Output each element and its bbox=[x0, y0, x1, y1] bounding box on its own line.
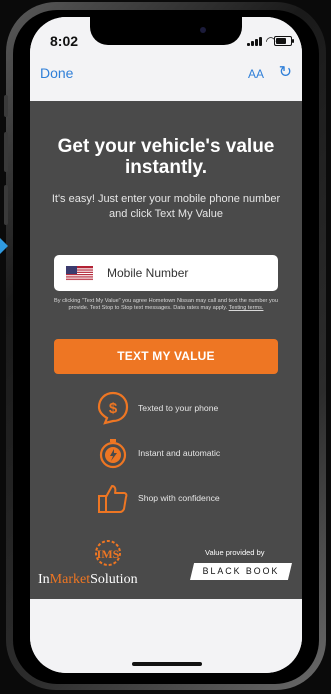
headline-line2: instantly. bbox=[125, 157, 207, 178]
logo-initials: IMS bbox=[97, 547, 120, 561]
us-flag-icon[interactable] bbox=[66, 266, 93, 281]
browser-toolbar: Done AA ↻ bbox=[30, 61, 302, 101]
feature-item: Instant and automatic bbox=[96, 436, 220, 470]
logo-highlight: Market bbox=[49, 572, 91, 587]
volume-down-button bbox=[4, 132, 8, 172]
screen: 8:02 ◠ Done AA ↻ Get your vehicle's valu… bbox=[30, 17, 302, 673]
home-indicator[interactable] bbox=[132, 662, 202, 666]
logo-prefix: In bbox=[38, 572, 50, 587]
status-bar: 8:02 ◠ bbox=[30, 17, 302, 61]
status-time: 8:02 bbox=[50, 33, 79, 49]
stopwatch-icon bbox=[99, 439, 127, 469]
signal-icon bbox=[247, 37, 262, 46]
text-my-value-button[interactable]: TEXT MY VALUE bbox=[54, 339, 278, 374]
feature-label: Texted to your phone bbox=[138, 403, 219, 413]
svg-text:$: $ bbox=[109, 400, 118, 417]
camera-icon bbox=[200, 27, 206, 33]
feature-item: $ Texted to your phone bbox=[96, 391, 218, 425]
text-size-button[interactable]: AA bbox=[248, 67, 264, 81]
side-button bbox=[4, 185, 8, 225]
logo-suffix: Solution bbox=[90, 572, 138, 587]
headline-line1: Get your vehicle's value bbox=[57, 136, 275, 157]
mobile-number-placeholder[interactable]: Mobile Number bbox=[107, 266, 188, 280]
feature-label: Instant and automatic bbox=[138, 448, 221, 458]
black-book-logo: BLACK BOOK bbox=[190, 563, 292, 580]
feature-item: Shop with confidence bbox=[96, 481, 220, 515]
value-provided-label: Value provided by bbox=[205, 548, 265, 557]
feature-label: Shop with confidence bbox=[138, 493, 220, 503]
page-title: Get your vehicle's value instantly. bbox=[30, 136, 302, 178]
value-card: Get your vehicle's value instantly. It's… bbox=[30, 101, 302, 599]
battery-icon bbox=[274, 36, 294, 46]
reload-icon[interactable]: ↻ bbox=[279, 62, 292, 82]
legal-disclaimer: By clicking "Text My Value" you agree Ho… bbox=[52, 298, 280, 312]
done-button[interactable]: Done bbox=[40, 65, 73, 81]
subtext: It's easy! Just enter your mobile phone … bbox=[51, 193, 281, 220]
pointer-arrow-icon bbox=[0, 238, 8, 254]
volume-up-button bbox=[4, 95, 8, 117]
mobile-number-field[interactable]: Mobile Number bbox=[54, 255, 278, 291]
notch bbox=[90, 17, 242, 45]
thumbs-up-icon bbox=[98, 485, 128, 513]
ims-wordmark: InMarketSolution bbox=[38, 572, 138, 588]
texting-terms-link[interactable]: Texting terms. bbox=[229, 305, 264, 311]
dollar-icon: $ bbox=[97, 391, 129, 425]
